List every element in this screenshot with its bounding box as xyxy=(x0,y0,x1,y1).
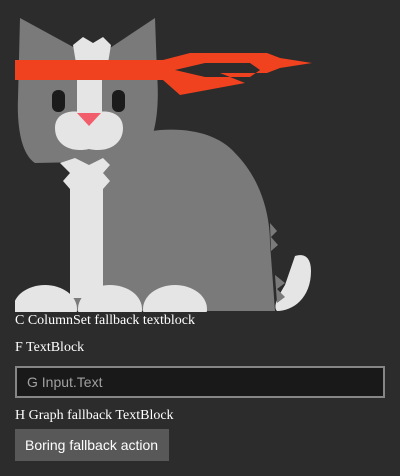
cat-paw-1 xyxy=(15,285,77,312)
text-input[interactable] xyxy=(15,366,385,398)
cat-left-eye xyxy=(52,90,65,112)
columnset-fallback-textblock: C ColumnSet fallback textblock xyxy=(15,313,196,328)
cat-body-notch xyxy=(270,223,278,251)
ninja-cat-image xyxy=(15,13,312,312)
textblock-f: F TextBlock xyxy=(15,340,85,355)
ninja-cat-illustration xyxy=(15,18,312,312)
graph-fallback-textblock: H Graph fallback TextBlock xyxy=(15,408,174,423)
cat-right-eye xyxy=(112,90,125,112)
boring-fallback-action-button[interactable]: Boring fallback action xyxy=(15,429,169,461)
cat-chest xyxy=(60,158,110,298)
